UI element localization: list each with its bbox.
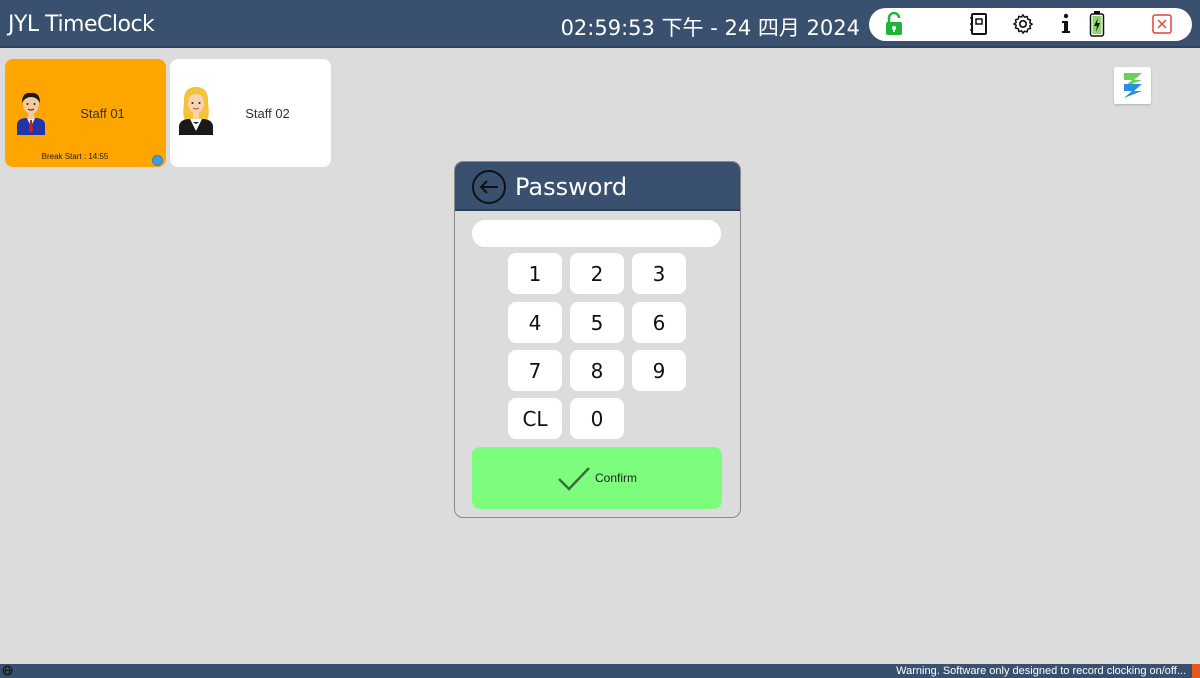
- break-status: Break Start : 14:55: [41, 152, 109, 161]
- checkmark-icon: [558, 467, 590, 491]
- staff-name: Staff 01: [80, 106, 125, 121]
- password-dialog: Password 1 2 3 4 5 6 7 8 9 CL 0 Confirm: [454, 161, 741, 518]
- key-2[interactable]: 2: [570, 253, 624, 294]
- app-logo-button[interactable]: [1114, 67, 1151, 104]
- gear-icon[interactable]: [1011, 12, 1035, 36]
- toolbar-tray: [869, 8, 1192, 41]
- key-6[interactable]: 6: [632, 302, 686, 343]
- confirm-label: Confirm: [595, 471, 638, 485]
- close-icon[interactable]: [1150, 12, 1174, 36]
- staff-tile-01[interactable]: Staff 01 Break Start : 14:55: [5, 59, 166, 167]
- battery-icon: [1085, 11, 1109, 37]
- password-input[interactable]: [472, 220, 721, 247]
- info-icon[interactable]: [1054, 12, 1078, 36]
- status-indicator-icon: [152, 155, 163, 166]
- top-bar: JYL TimeClock 02:59:53 下午 - 24 四月 2024: [0, 0, 1200, 48]
- arrow-left-icon: [479, 180, 498, 194]
- app-title: JYL TimeClock: [8, 12, 155, 37]
- key-0[interactable]: 0: [570, 398, 624, 439]
- key-clear[interactable]: CL: [508, 398, 562, 439]
- dialog-header: Password: [455, 162, 740, 211]
- globe-icon: [2, 665, 13, 676]
- key-5[interactable]: 5: [570, 302, 624, 343]
- staff-tile-02[interactable]: Staff 02: [170, 59, 331, 167]
- unlock-icon[interactable]: [882, 12, 906, 36]
- dialog-title: Password: [515, 173, 628, 201]
- key-1[interactable]: 1: [508, 253, 562, 294]
- key-9[interactable]: 9: [632, 350, 686, 391]
- notebook-icon[interactable]: [967, 12, 991, 36]
- warning-message: Warning. Software only designed to recor…: [896, 665, 1186, 677]
- status-bar: Warning. Software only designed to recor…: [0, 664, 1200, 678]
- confirm-button[interactable]: Confirm: [472, 447, 722, 509]
- status-marker: [1192, 664, 1200, 678]
- key-4[interactable]: 4: [508, 302, 562, 343]
- key-3[interactable]: 3: [632, 253, 686, 294]
- staff-name: Staff 02: [245, 106, 290, 121]
- clock-display: 02:59:53 下午 - 24 四月 2024: [560, 16, 860, 40]
- key-8[interactable]: 8: [570, 350, 624, 391]
- back-button[interactable]: [472, 170, 506, 204]
- key-7[interactable]: 7: [508, 350, 562, 391]
